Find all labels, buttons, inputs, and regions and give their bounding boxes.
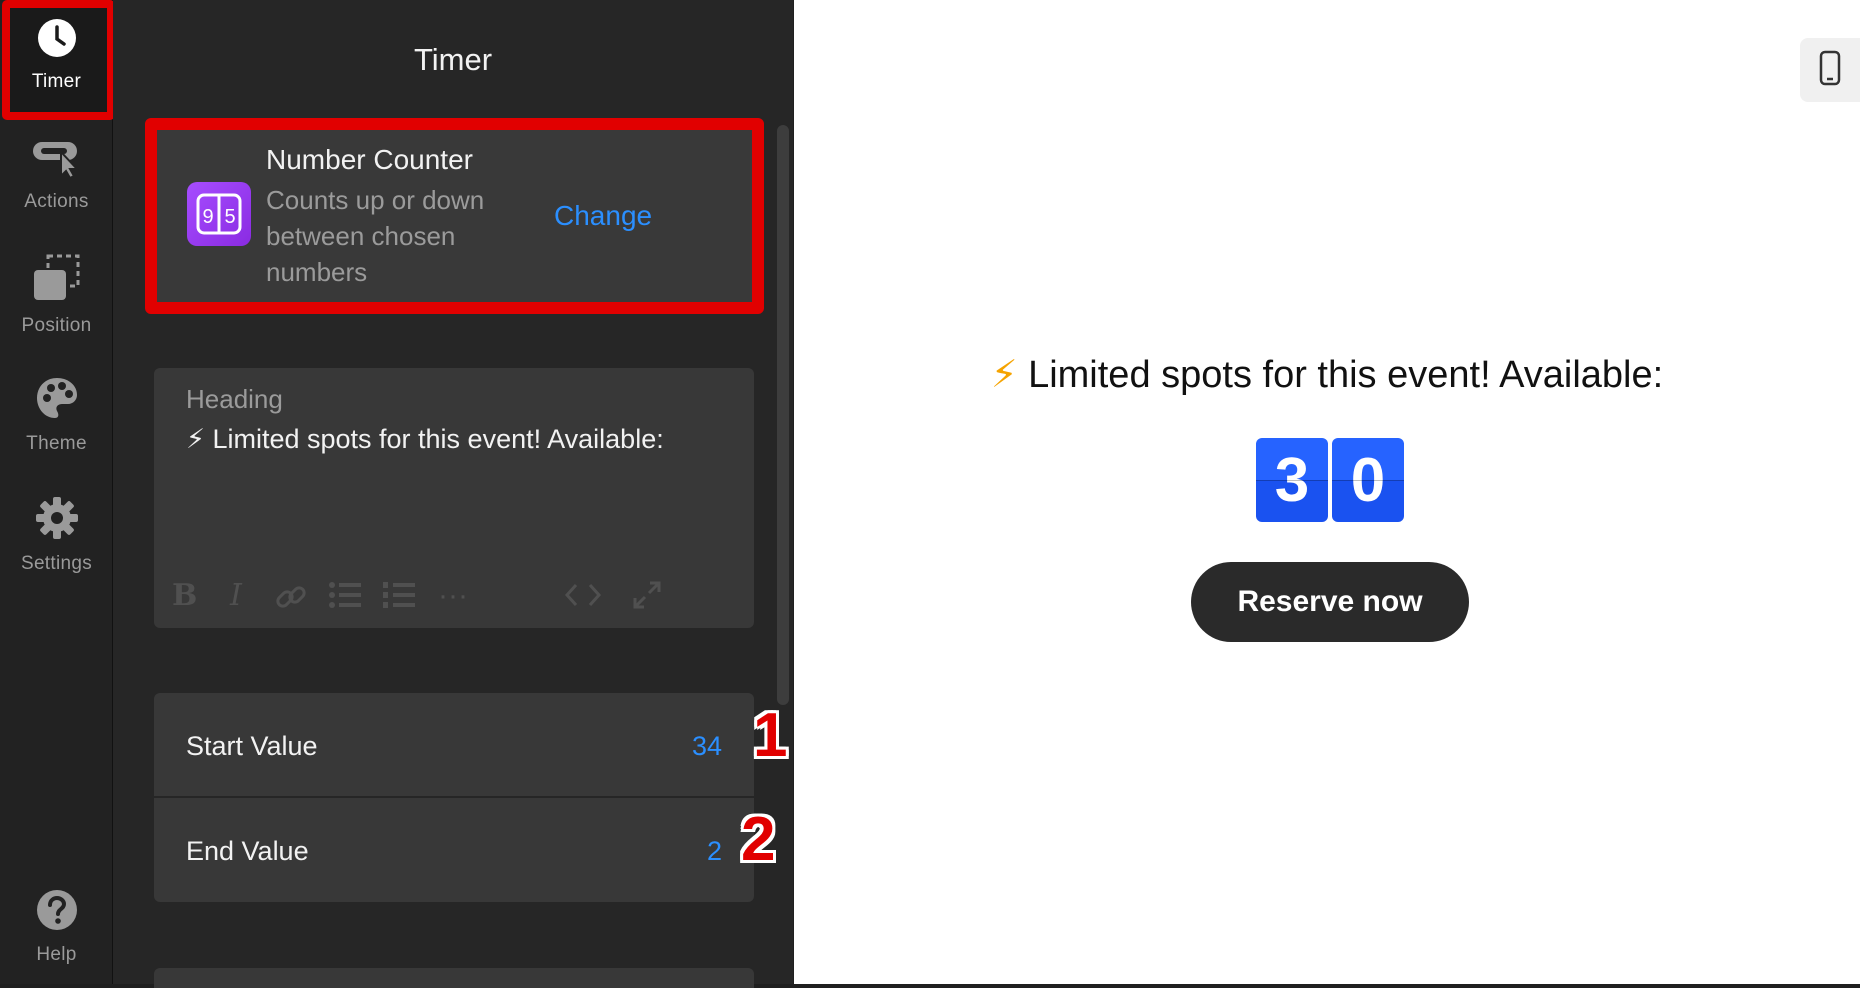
change-button[interactable]: Change — [554, 200, 652, 232]
rail-item-theme[interactable]: Theme — [0, 360, 113, 470]
end-value-label: End Value — [186, 836, 309, 866]
code-icon[interactable] — [564, 580, 602, 617]
rail-item-timer[interactable]: Timer — [0, 0, 115, 120]
start-value-label: Start Value — [186, 731, 318, 761]
more-icon[interactable]: ··· — [438, 580, 468, 612]
start-value-input[interactable]: 34 — [692, 731, 722, 762]
rail-item-help[interactable]: Help — [0, 872, 113, 982]
rail-item-label: Help — [36, 943, 77, 965]
mobile-preview-button[interactable] — [1800, 38, 1860, 102]
timer-type-name: Number Counter — [266, 144, 473, 175]
number-counter-icon: 95 — [187, 182, 251, 246]
svg-text:9: 9 — [202, 206, 213, 228]
help-icon — [36, 889, 78, 936]
rail-item-actions[interactable]: Actions — [0, 120, 113, 230]
end-value-input[interactable]: 2 — [707, 836, 722, 867]
editor-toolbar: B I ··· — [172, 576, 742, 616]
counter-digits: 3 0 — [1256, 438, 1404, 522]
timer-panel: Timer 95 Number Counter Counts up or dow… — [113, 0, 793, 988]
rail-item-label: Settings — [20, 552, 93, 574]
numbered-list-icon[interactable] — [382, 580, 416, 617]
nav-rail: Timer Actions Position Theme Settings He… — [0, 0, 115, 984]
rail-item-label: Theme — [26, 432, 87, 454]
start-value-row[interactable]: Start Value 34 — [154, 693, 754, 797]
gear-icon — [35, 496, 79, 545]
panel-title: Timer — [413, 42, 493, 77]
mobile-icon — [1819, 50, 1841, 91]
rail-item-label: Actions — [24, 190, 89, 212]
svg-text:5: 5 — [224, 206, 235, 228]
bold-icon[interactable]: B — [172, 580, 197, 612]
palette-icon — [35, 376, 79, 425]
next-row[interactable] — [154, 968, 754, 988]
end-value-row[interactable]: End Value 2 — [154, 798, 754, 902]
timer-type-description: Counts up or down between chosen numbers — [266, 185, 485, 287]
bolt-icon: ⚡ — [990, 354, 1018, 396]
heading-input[interactable]: ⚡ Limited spots for this event! Availabl… — [186, 424, 664, 455]
panel-scrollbar[interactable] — [777, 125, 789, 705]
counter-digit: 3 — [1256, 438, 1328, 522]
preview-area: ⚡ Limited spots for this event! Availabl… — [794, 0, 1860, 984]
annotation-marker: 1 — [753, 701, 788, 770]
reserve-now-button[interactable]: Reserve now — [1191, 562, 1469, 642]
rail-item-label: Timer — [31, 70, 82, 92]
annotation-marker: 2 — [741, 805, 776, 874]
clock-icon — [37, 18, 77, 63]
bullet-list-icon[interactable] — [328, 580, 362, 617]
counter-digit: 0 — [1332, 438, 1404, 522]
expand-icon[interactable] — [632, 580, 662, 617]
preview-heading: ⚡ Limited spots for this event! Availabl… — [794, 352, 1860, 397]
timer-type-card: 95 Number Counter Counts up or down betw… — [145, 118, 764, 314]
heading-editor[interactable]: Heading ⚡ Limited spots for this event! … — [154, 368, 754, 628]
rail-item-label: Position — [21, 314, 92, 336]
italic-icon[interactable]: I — [230, 580, 242, 612]
heading-label: Heading — [186, 384, 283, 414]
position-icon — [32, 254, 82, 307]
rail-item-settings[interactable]: Settings — [0, 480, 113, 590]
rail-item-position[interactable]: Position — [0, 240, 113, 350]
cursor-click-icon — [31, 138, 83, 183]
preview-heading-text: Limited spots for this event! Available: — [1028, 354, 1664, 396]
link-icon[interactable] — [274, 580, 308, 621]
